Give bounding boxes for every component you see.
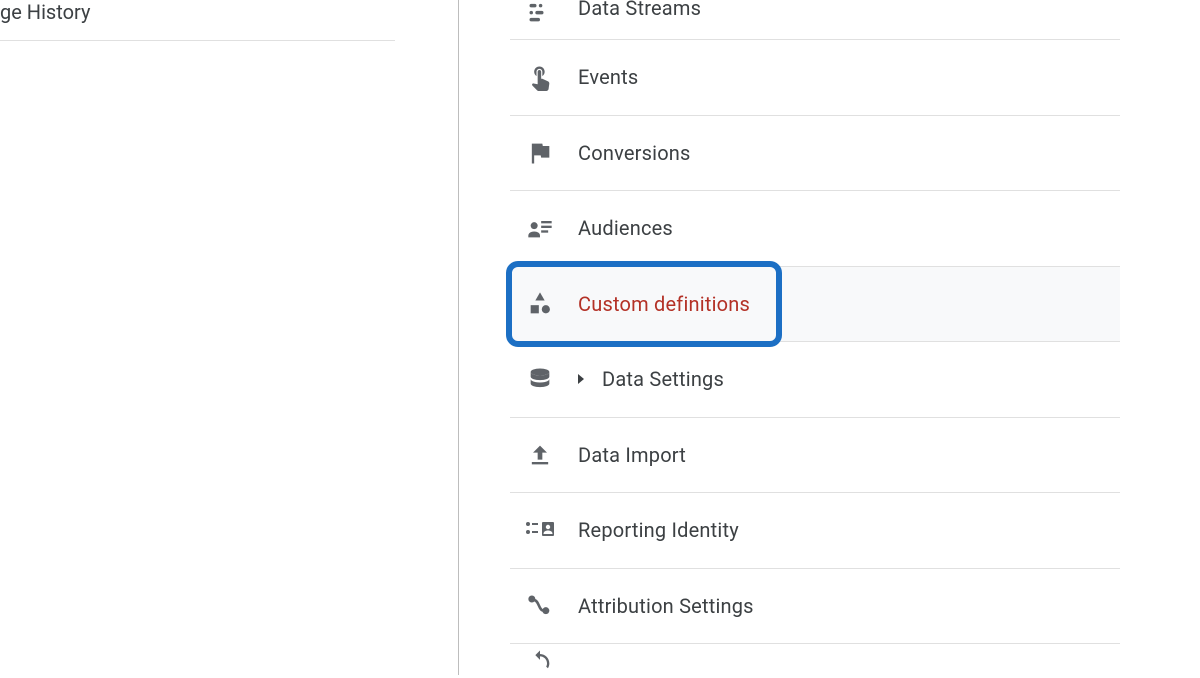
menu-item-events[interactable]: Events — [510, 40, 1120, 116]
custom-definitions-icon — [524, 288, 556, 320]
menu-label: Reporting Identity — [578, 518, 739, 542]
data-streams-icon — [524, 0, 556, 28]
menu-label: Data Settings — [602, 367, 724, 391]
menu-item-data-streams[interactable]: Data Streams — [510, 0, 1120, 40]
left-history-label: ge History — [0, 0, 90, 24]
menu-item-reporting-identity[interactable]: Reporting Identity — [510, 493, 1120, 569]
menu-item-conversions[interactable]: Conversions — [510, 116, 1120, 192]
menu-item-data-settings[interactable]: Data Settings — [510, 342, 1120, 418]
menu-item-attribution-settings[interactable]: Attribution Settings — [510, 569, 1120, 645]
menu-label: Events — [578, 65, 638, 89]
menu-label: Conversions — [578, 141, 691, 165]
menu-label: Audiences — [578, 216, 673, 240]
vertical-divider — [458, 0, 459, 675]
menu-item-partial[interactable] — [510, 644, 1120, 678]
settings-menu: Data Streams Events Conversions — [510, 0, 1120, 678]
attribution-settings-icon — [524, 590, 556, 622]
menu-item-audiences[interactable]: Audiences — [510, 191, 1120, 267]
left-history-item[interactable]: ge History — [0, 0, 395, 41]
reporting-identity-icon — [524, 514, 556, 546]
audiences-icon — [524, 212, 556, 244]
menu-label: Custom definitions — [578, 292, 750, 316]
expand-arrow-icon — [576, 370, 588, 389]
menu-label: Data Streams — [578, 0, 701, 20]
events-icon — [524, 61, 556, 93]
conversions-icon — [524, 137, 556, 169]
data-settings-icon — [524, 363, 556, 395]
data-import-icon — [524, 439, 556, 471]
menu-item-data-import[interactable]: Data Import — [510, 418, 1120, 494]
menu-label: Data Import — [578, 443, 686, 467]
partial-icon — [524, 645, 556, 677]
left-panel: ge History — [0, 0, 395, 675]
menu-label: Attribution Settings — [578, 594, 754, 618]
menu-item-custom-definitions[interactable]: Custom definitions — [510, 267, 1120, 343]
